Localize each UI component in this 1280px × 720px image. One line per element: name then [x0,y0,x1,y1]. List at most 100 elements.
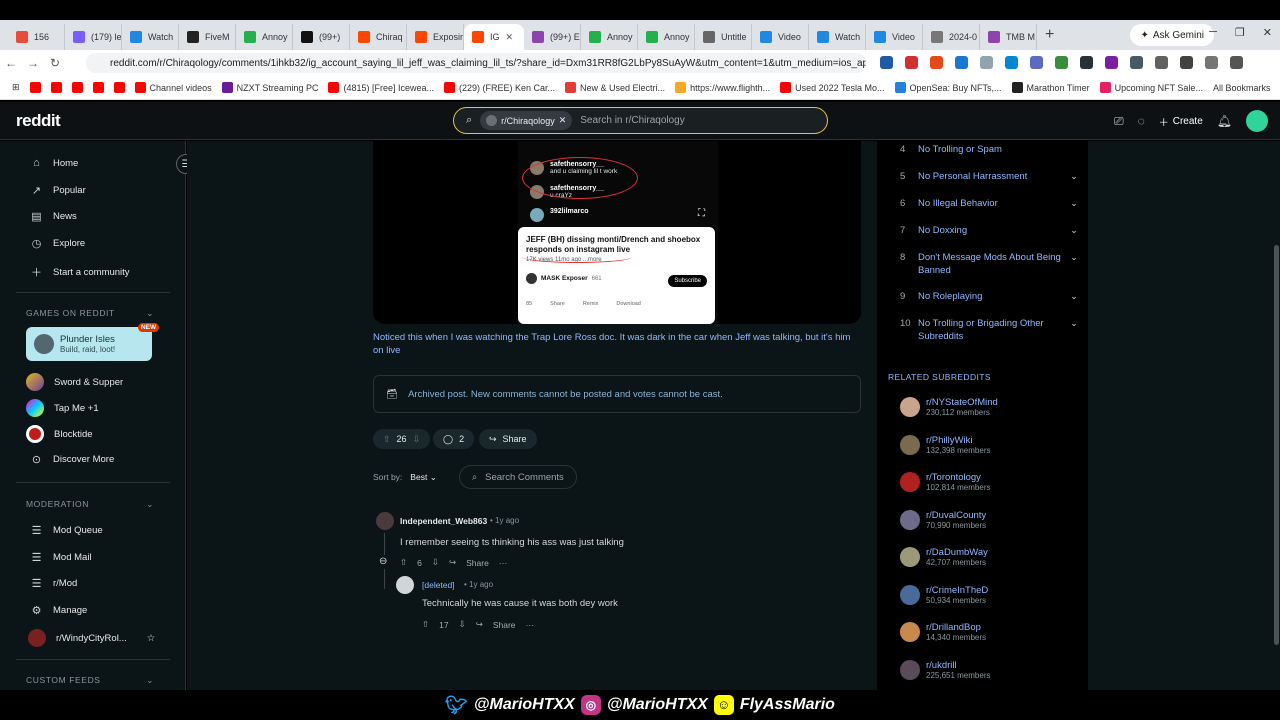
chevron-down-icon[interactable]: ⌄ [1068,197,1080,210]
chevron-down-icon[interactable]: ⌄ [1068,251,1080,277]
related-subreddit[interactable]: r/Torontology 102,814 members [900,472,990,492]
upvote-icon[interactable]: ⇧ [383,434,391,445]
browser-tab[interactable]: TMB M [980,24,1037,50]
games-section-header[interactable]: GAMES ON REDDIT ⌄ [26,308,154,319]
new-tab-icon[interactable]: + [1045,26,1054,44]
browser-tab[interactable]: 2024-0 [923,24,980,50]
nav-start-community[interactable]: ＋ Start a community [30,264,130,280]
expand-icon[interactable]: ⛶ [698,208,705,219]
browser-tab[interactable]: Untitle [695,24,752,50]
nav-explore[interactable]: ◷ Explore [30,237,86,250]
notifications-icon[interactable]: 🔔︎ [1217,114,1232,128]
all-bookmarks[interactable]: All Bookmarks [1213,83,1271,93]
browser-tab[interactable]: FiveM [179,24,236,50]
chevron-down-icon[interactable]: ⌄ [1068,170,1080,183]
browser-tab[interactable]: (179) le [65,24,122,50]
nav-windycity[interactable]: r/WindyCityRol... ☆ [28,629,155,647]
minimize-icon[interactable]: ─ [1209,26,1217,39]
extension-icon[interactable] [1155,56,1168,69]
extension-icon[interactable] [1180,56,1193,69]
extension-icon[interactable] [1030,56,1043,69]
related-subreddit[interactable]: r/ukdrill 225,651 members [900,659,990,680]
nav-news[interactable]: ▤ News [30,210,76,223]
close-window-icon[interactable]: ✕ [1263,26,1272,39]
extension-icon[interactable] [1055,56,1068,69]
avatar[interactable] [376,512,394,530]
browser-tab[interactable]: Annoy [581,24,638,50]
bookmark-item[interactable]: Upcoming NFT Sale... [1099,82,1203,93]
related-subreddit[interactable]: r/DrillandBop 14,340 members [900,622,986,642]
browser-tab[interactable]: Video [866,24,923,50]
create-button[interactable]: ＋ Create [1159,114,1203,129]
browser-tab[interactable]: Annoy [638,24,695,50]
related-subreddit[interactable]: r/DuvalCounty 70,990 members [900,509,986,530]
extension-icon[interactable] [1005,56,1018,69]
nav-mod-queue[interactable]: ☰ Mod Queue [30,524,103,537]
upvote-icon[interactable]: ⇧ [422,619,429,630]
extension-icon[interactable] [1105,56,1118,69]
related-subreddit[interactable]: r/CrimeInTheD 50,934 members [900,584,988,605]
apps-icon[interactable]: ⊞ [12,82,20,93]
back-icon[interactable]: ← [0,56,22,70]
browser-tab[interactable]: Watch [809,24,866,50]
nav-manage[interactable]: ⚙ Manage [30,604,88,617]
upvote-icon[interactable]: ⇧ [400,557,407,568]
nav-popular[interactable]: ↗ Popular [30,184,86,197]
rule-item[interactable]: 9 No Roleplaying ⌄ [900,290,1080,303]
extension-icon[interactable] [1205,56,1218,69]
chevron-down-icon[interactable]: ⌄ [1068,290,1080,303]
comment-share[interactable]: Share [493,620,516,630]
advertise-icon[interactable]: ⎚ [1114,114,1124,129]
extension-icon[interactable] [1130,56,1143,69]
extension-icon[interactable] [905,56,918,69]
profile-icon[interactable] [1230,56,1243,69]
extension-icon[interactable] [1080,56,1093,69]
bookmark-item[interactable]: (4815) [Free] Icewea... [328,82,434,93]
chevron-down-icon[interactable]: ⌄ [1068,317,1080,343]
star-icon[interactable]: ☆ [147,633,156,644]
bookmark-item[interactable]: New & Used Electri... [565,82,665,93]
related-subreddit[interactable]: r/NYStateOfMind 230,112 members [900,397,998,417]
moderation-section-header[interactable]: MODERATION ⌄ [26,499,154,510]
nav-home[interactable]: ⌂ Home [30,157,78,169]
nav-r-mod[interactable]: ☰ r/Mod [30,577,78,590]
post-media[interactable]: safethensorry__ and u claiming lil t work… [373,141,861,324]
browser-tab[interactable]: Chiraq [350,24,407,50]
scrollbar[interactable] [1274,245,1279,645]
bookmark-item[interactable]: NZXT Streaming PC [221,82,318,93]
discover-more[interactable]: ⊙ Discover More [30,453,114,466]
downvote-icon[interactable]: ⇩ [459,619,466,630]
browser-tab[interactable]: (99+) E [524,24,581,50]
restore-icon[interactable]: ❐ [1235,26,1245,39]
browser-tab[interactable]: IG ✕ [464,24,524,50]
rule-item[interactable]: 4 No Trolling or Spam [900,143,1080,156]
browser-tab[interactable]: Exposin [407,24,464,50]
browser-tab[interactable]: 156 [8,24,65,50]
bookmark-item[interactable]: Channel videos [134,82,212,93]
search-input[interactable]: Search in r/Chiraqology [580,115,685,126]
reload-icon[interactable]: ↻ [44,56,66,70]
extension-icon[interactable] [880,56,893,69]
game-sword-supper[interactable]: Sword & Supper [26,373,123,391]
bookmark-item[interactable] [71,82,83,93]
chevron-down-icon[interactable]: ⌄ [1068,224,1080,237]
user-avatar[interactable] [1246,110,1268,132]
bookmark-item[interactable]: Marathon Timer [1011,82,1090,93]
game-card-plunder-isles[interactable]: Plunder Isles Build, raid, loot! [26,327,152,361]
bookmark-item[interactable]: OpenSea: Buy NFTs,... [894,82,1002,93]
nav-mod-mail[interactable]: ☰ Mod Mail [30,551,92,564]
related-subreddit[interactable]: r/DaDumbWay 42,707 members [900,547,988,567]
more-icon[interactable]: ··· [526,620,535,630]
comment-author[interactable]: [deleted] [422,580,455,590]
browser-tab[interactable]: Watch [122,24,179,50]
reddit-logo[interactable]: reddit [16,111,61,131]
rule-item[interactable]: 10 No Trolling or Brigading Other Subredd… [900,317,1080,343]
search-comments-input[interactable]: ⌕ Search Comments [458,465,577,489]
collapse-thread-icon[interactable]: ⊖ [379,556,387,567]
browser-tab[interactable]: Video [752,24,809,50]
share-icon[interactable]: ↪ [449,557,456,568]
bookmark-item[interactable] [50,82,62,93]
rule-item[interactable]: 8 Don't Message Mods About Being Banned ⌄ [900,251,1080,277]
rule-item[interactable]: 7 No Doxxing ⌄ [900,224,1080,237]
browser-tab[interactable]: Annoy [236,24,293,50]
